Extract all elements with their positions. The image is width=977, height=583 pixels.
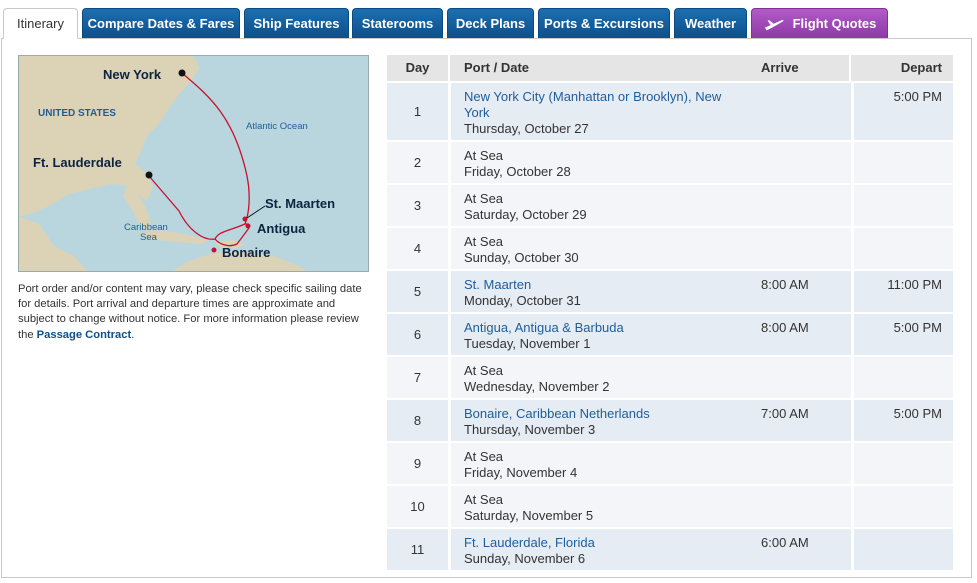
row-separator bbox=[851, 228, 854, 269]
row-separator bbox=[448, 357, 451, 398]
route-map-svg: New York UNITED STATES Atlantic Ocean Ft… bbox=[19, 56, 368, 271]
map-label-atlantic-ocean: Atlantic Ocean bbox=[246, 121, 308, 132]
row-day: 6 bbox=[413, 326, 422, 342]
row-day: 5 bbox=[413, 283, 422, 299]
map-label-united-states: UNITED STATES bbox=[38, 108, 116, 119]
row-date: Sunday, October 30 bbox=[464, 250, 579, 265]
row-day: 3 bbox=[413, 197, 422, 213]
header-port-date: Port / Date bbox=[464, 60, 530, 75]
tab-bar: Itinerary Compare Dates & Fares Ship Fea… bbox=[0, 0, 977, 39]
row-day: 4 bbox=[413, 240, 422, 256]
row-arrive: 8:00 AM bbox=[761, 320, 809, 335]
row-day: 1 bbox=[413, 103, 422, 119]
port-name: At Sea bbox=[464, 363, 504, 378]
row-separator bbox=[448, 271, 451, 312]
row-day: 11 bbox=[410, 541, 425, 557]
ft-lauderdale-marker bbox=[145, 171, 153, 179]
row-date: Thursday, October 27 bbox=[464, 121, 589, 136]
row-separator bbox=[448, 185, 451, 226]
new-york-marker bbox=[178, 69, 186, 77]
tab-ports-excursions[interactable]: Ports & Excursions bbox=[538, 8, 670, 38]
row-day: 10 bbox=[410, 498, 425, 514]
row-separator bbox=[851, 529, 854, 570]
row-depart: 5:00 PM bbox=[893, 320, 942, 335]
disclaimer-end: . bbox=[131, 328, 135, 341]
map-label-new-york: New York bbox=[103, 67, 162, 82]
row-depart: 5:00 PM bbox=[893, 406, 942, 421]
row-date: Saturday, November 5 bbox=[464, 508, 594, 523]
row-separator bbox=[851, 400, 854, 441]
row-separator bbox=[448, 400, 451, 441]
row-separator bbox=[448, 486, 451, 527]
row-date: Friday, October 28 bbox=[464, 164, 571, 179]
port-name: At Sea bbox=[464, 191, 504, 206]
tab-flight-quotes[interactable]: Flight Quotes bbox=[751, 8, 888, 38]
tab-deck-plans[interactable]: Deck Plans bbox=[447, 8, 534, 38]
header-arrive: Arrive bbox=[761, 60, 799, 75]
row-date: Thursday, November 3 bbox=[464, 422, 596, 437]
header-depart: Depart bbox=[900, 60, 942, 75]
row-separator bbox=[851, 83, 854, 140]
row-date: Monday, October 31 bbox=[464, 293, 581, 308]
airplane-icon bbox=[764, 19, 784, 30]
row-separator bbox=[851, 314, 854, 355]
row-date: Friday, November 4 bbox=[464, 465, 578, 480]
tab-itinerary[interactable]: Itinerary bbox=[3, 8, 78, 39]
bonaire-marker bbox=[211, 247, 217, 253]
row-separator bbox=[448, 443, 451, 484]
row-arrive: 7:00 AM bbox=[761, 406, 809, 421]
map-label-bonaire: Bonaire bbox=[222, 245, 270, 260]
row-separator bbox=[448, 142, 451, 183]
tab-flight-quotes-label: Flight Quotes bbox=[792, 16, 877, 31]
antigua-marker bbox=[245, 223, 251, 229]
tab-staterooms[interactable]: Staterooms bbox=[352, 8, 443, 38]
row-separator bbox=[851, 443, 854, 484]
map-label-antigua: Antigua bbox=[257, 221, 306, 236]
row-day: 8 bbox=[413, 412, 422, 428]
port-name: At Sea bbox=[464, 148, 504, 163]
row-separator bbox=[448, 83, 451, 140]
row-separator bbox=[448, 228, 451, 269]
row-separator bbox=[851, 185, 854, 226]
row-separator bbox=[851, 357, 854, 398]
row-depart: 5:00 PM bbox=[893, 89, 942, 104]
map-label-sea: Sea bbox=[140, 232, 158, 243]
itinerary-map[interactable]: New York UNITED STATES Atlantic Ocean Ft… bbox=[18, 55, 369, 272]
row-separator bbox=[851, 271, 854, 312]
tab-ship-features[interactable]: Ship Features bbox=[244, 8, 349, 38]
row-arrive: 8:00 AM bbox=[761, 277, 809, 292]
port-link[interactable]: Antigua, Antigua & Barbuda bbox=[464, 320, 624, 335]
port-link[interactable]: St. Maarten bbox=[464, 277, 531, 292]
row-separator bbox=[448, 314, 451, 355]
row-date: Sunday, November 6 bbox=[464, 551, 586, 566]
port-name: At Sea bbox=[464, 449, 504, 464]
row-date: Saturday, October 29 bbox=[464, 207, 587, 222]
row-depart: 11:00 PM bbox=[887, 277, 942, 292]
map-label-ft-lauderdale: Ft. Lauderdale bbox=[33, 155, 122, 170]
row-arrive: 6:00 AM bbox=[761, 535, 809, 550]
passage-contract-link[interactable]: Passage Contract bbox=[37, 329, 132, 341]
port-link[interactable]: Bonaire, Caribbean Netherlands bbox=[464, 406, 650, 421]
port-link[interactable]: New York City (Manhattan or Brooklyn), N… bbox=[464, 89, 721, 104]
port-link-continued[interactable]: York bbox=[464, 105, 490, 120]
row-day: 7 bbox=[413, 369, 422, 385]
tab-weather[interactable]: Weather bbox=[674, 8, 747, 38]
row-separator bbox=[448, 529, 451, 570]
row-separator bbox=[851, 486, 854, 527]
row-day: 2 bbox=[413, 154, 422, 170]
itinerary-disclaimer: Port order and/or content may vary, plea… bbox=[18, 282, 373, 343]
tab-compare-dates-fares[interactable]: Compare Dates & Fares bbox=[82, 8, 240, 38]
port-name: At Sea bbox=[464, 234, 504, 249]
row-day: 9 bbox=[413, 455, 422, 471]
port-name: At Sea bbox=[464, 492, 504, 507]
row-date: Tuesday, November 1 bbox=[464, 336, 591, 351]
st-maarten-marker bbox=[242, 216, 248, 222]
header-day: Day bbox=[405, 60, 430, 75]
itinerary-table-header: Day Port / Date Arrive Depart bbox=[387, 55, 953, 81]
row-date: Wednesday, November 2 bbox=[464, 379, 610, 394]
port-link[interactable]: Ft. Lauderdale, Florida bbox=[464, 535, 595, 550]
row-separator bbox=[851, 142, 854, 183]
map-label-st-maarten: St. Maarten bbox=[265, 196, 335, 211]
